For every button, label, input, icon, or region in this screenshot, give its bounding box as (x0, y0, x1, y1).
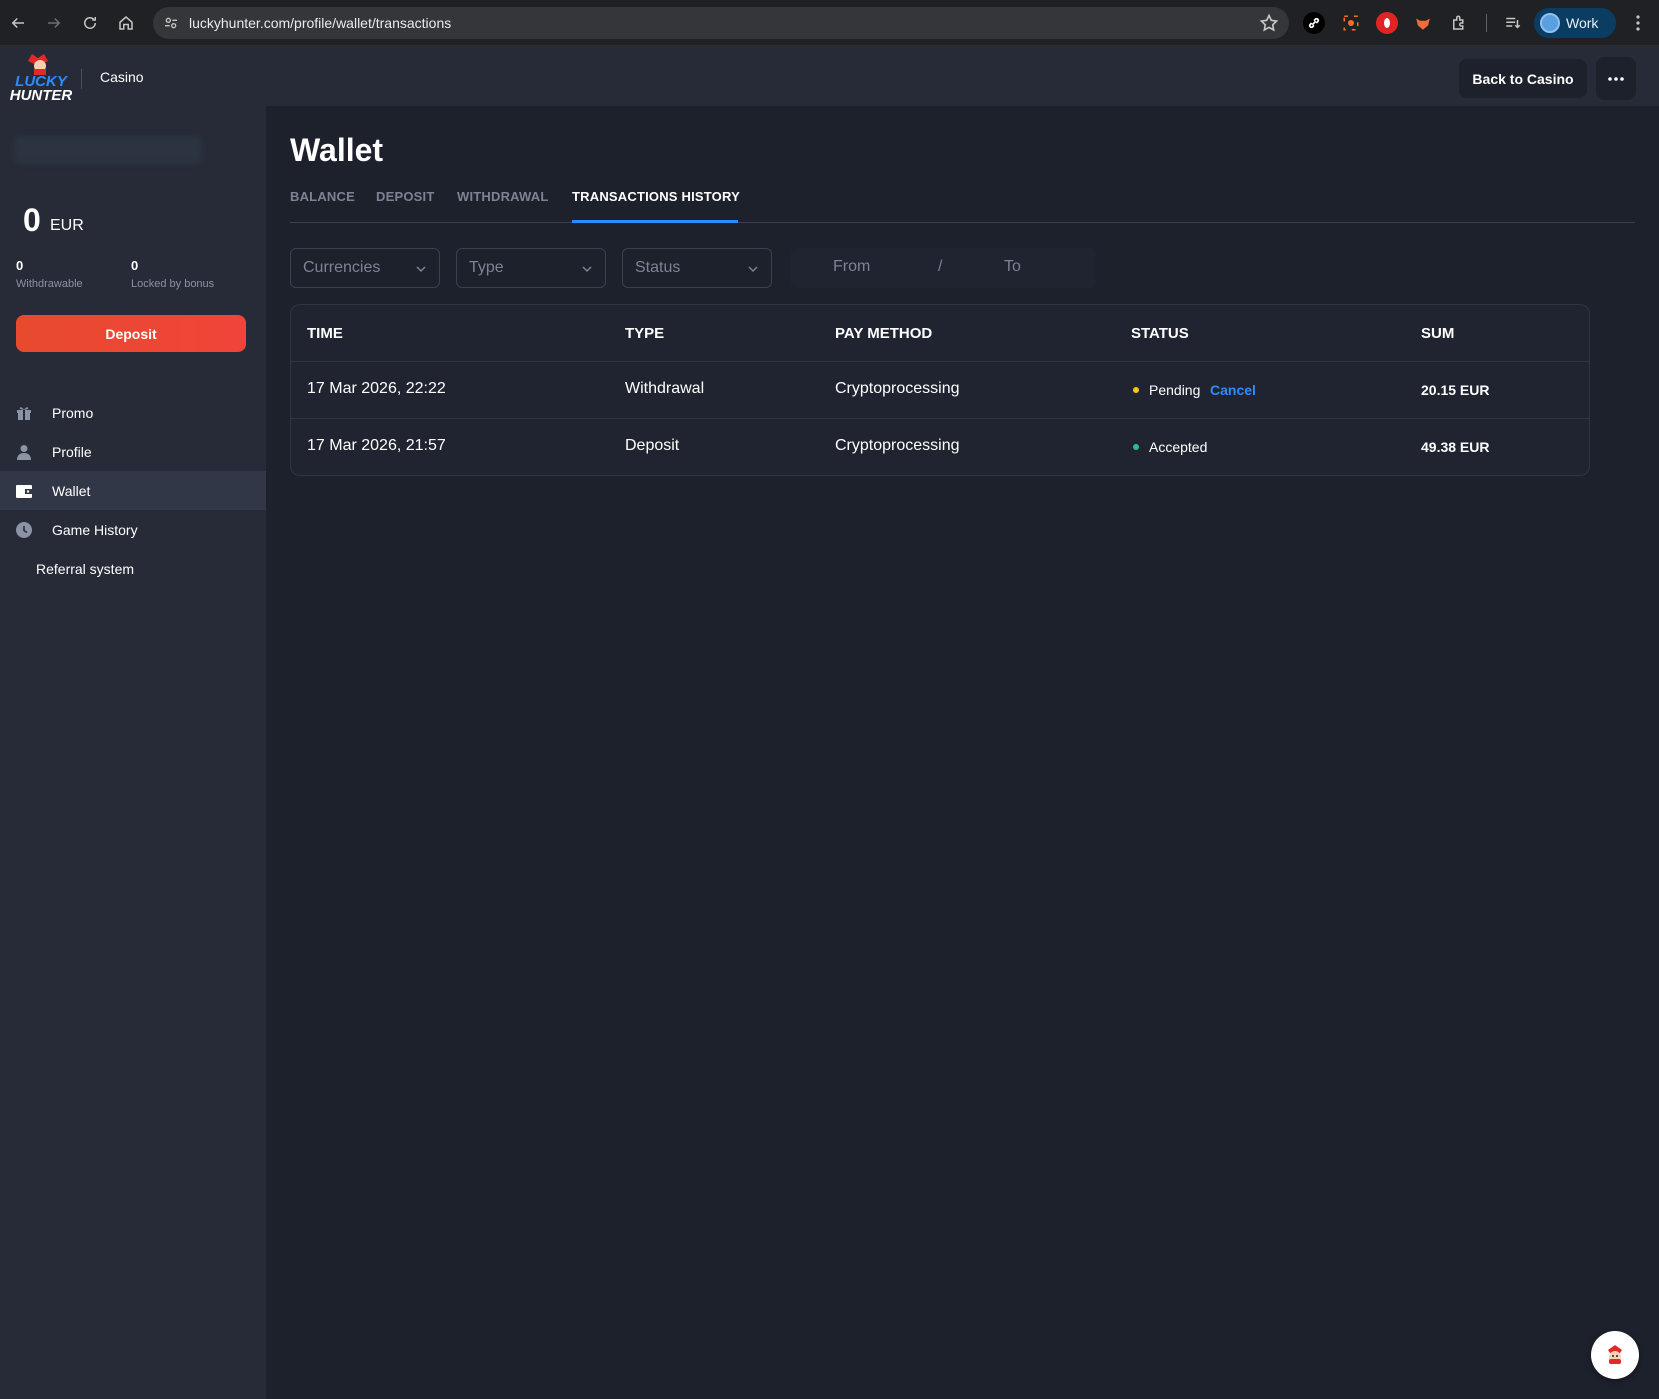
row-type: Deposit (625, 437, 680, 454)
page-title: Wallet (290, 132, 384, 168)
tab-balance[interactable]: BALANCE (290, 189, 355, 204)
balance-value: 0 (23, 202, 41, 238)
column-header-pay-method: PAY METHOD (835, 325, 933, 342)
row-pay-method: Cryptoprocessing (835, 437, 960, 454)
extension-link-icon[interactable] (1303, 12, 1325, 34)
currencies-select[interactable]: Currencies (290, 248, 440, 288)
sidebar-item-label: Promo (52, 404, 94, 421)
column-header-sum: SUM (1421, 325, 1455, 342)
tab-withdrawal[interactable]: WITHDRAWAL (457, 189, 549, 204)
locked-by-bonus-value: 0 (131, 258, 139, 273)
toolbar-divider (1486, 14, 1487, 32)
more-menu-button[interactable] (1596, 57, 1636, 100)
tab-deposit[interactable]: DEPOSIT (376, 189, 434, 204)
status-accepted-dot (1133, 444, 1139, 450)
bookmark-star-icon[interactable] (1259, 13, 1279, 33)
date-to-input[interactable]: To (1004, 258, 1021, 276)
back-arrow-icon[interactable] (6, 11, 30, 35)
row-divider (291, 418, 1589, 419)
kebab-menu-icon[interactable] (1628, 12, 1648, 34)
browser-toolbar: luckyhunter.com/profile/wallet/transacti… (0, 0, 1659, 46)
status-pending-dot (1133, 387, 1139, 393)
row-status: Pending (1149, 382, 1201, 398)
support-chat-button[interactable] (1591, 1331, 1639, 1379)
balance-currency: EUR (50, 217, 84, 234)
address-bar[interactable]: luckyhunter.com/profile/wallet/transacti… (153, 7, 1289, 39)
logo-bottom-text: HUNTER (10, 87, 72, 102)
column-header-status: STATUS (1131, 325, 1189, 342)
locked-by-bonus-label: Locked by bonus (131, 278, 215, 290)
gift-icon (16, 405, 32, 421)
profile-sidebar: 0 EUR 0 Withdrawable 0 Locked by bonus D… (0, 106, 266, 1399)
date-range-picker[interactable]: From / To (791, 248, 1095, 288)
extension-shield-icon[interactable] (1376, 12, 1398, 34)
forward-arrow-icon[interactable] (42, 11, 66, 35)
row-sum: 20.15 EUR (1421, 382, 1490, 398)
url-text: luckyhunter.com/profile/wallet/transacti… (189, 15, 452, 31)
status-select-label: Status (635, 259, 681, 276)
extension-fox-icon[interactable] (1412, 12, 1434, 34)
row-status: Accepted (1149, 439, 1208, 455)
column-header-type: TYPE (625, 325, 665, 342)
sidebar-item-wallet[interactable]: Wallet (0, 471, 266, 510)
wallet-icon (16, 483, 32, 499)
user-icon (16, 444, 32, 460)
row-time: 17 Mar 2026, 22:22 (307, 380, 446, 397)
extensions-puzzle-icon[interactable] (1448, 12, 1470, 34)
tab-transactions-history[interactable]: TRANSACTIONS HISTORY (572, 189, 740, 204)
status-select[interactable]: Status (622, 248, 772, 288)
row-pay-method: Cryptoprocessing (835, 380, 960, 397)
site-settings-icon[interactable] (159, 11, 183, 35)
sidebar-item-label: Referral system (36, 560, 135, 577)
header-divider (81, 69, 82, 89)
column-header-time: TIME (307, 325, 343, 342)
row-type: Withdrawal (625, 380, 705, 397)
browser-profile-button[interactable]: Work (1534, 8, 1616, 38)
header-casino-link[interactable]: Casino (100, 69, 144, 85)
sidebar-item-label: Profile (52, 443, 92, 460)
back-to-casino-button[interactable]: Back to Casino (1459, 59, 1587, 98)
reading-list-icon[interactable] (1502, 12, 1524, 34)
chevron-down-icon (748, 266, 758, 273)
withdrawable-label: Withdrawable (16, 278, 83, 290)
more-dots-icon (1608, 76, 1624, 81)
lucky-hunter-logo[interactable]: LUCKY HUNTER (10, 52, 72, 104)
currencies-select-label: Currencies (303, 259, 381, 276)
transactions-table: TIME TYPE PAY METHOD STATUS SUM 17 Mar 2… (290, 304, 1590, 476)
sidebar-item-promo[interactable]: Promo (0, 393, 266, 432)
sidebar-item-label: Game History (52, 521, 138, 538)
row-sum: 49.38 EUR (1421, 439, 1490, 455)
date-from-input[interactable]: From (833, 258, 870, 276)
sidebar-item-label: Wallet (52, 482, 91, 499)
reload-icon[interactable] (78, 11, 102, 35)
profile-avatar (1540, 13, 1560, 33)
sidebar-item-game-history[interactable]: Game History (0, 510, 266, 549)
chevron-down-icon (416, 266, 426, 273)
cancel-transaction-link[interactable]: Cancel (1210, 382, 1256, 398)
blurred-user-name (14, 136, 202, 164)
row-divider (291, 361, 1589, 362)
extension-capture-icon[interactable] (1340, 12, 1362, 34)
chevron-down-icon (582, 266, 592, 273)
withdrawable-value: 0 (16, 258, 24, 273)
row-time: 17 Mar 2026, 21:57 (307, 437, 446, 454)
mascot-icon (1608, 1345, 1622, 1364)
sidebar-item-referral-system[interactable]: Referral system (0, 549, 266, 588)
clock-icon (16, 521, 32, 538)
site-header (0, 46, 1659, 106)
date-separator: / (938, 258, 943, 275)
active-tab-indicator (572, 220, 738, 223)
type-select-label: Type (469, 259, 504, 276)
tabs-divider (290, 222, 1635, 223)
profile-label: Work (1566, 15, 1599, 31)
type-select[interactable]: Type (456, 248, 606, 288)
home-icon[interactable] (114, 11, 138, 35)
deposit-button[interactable]: Deposit (16, 315, 246, 352)
sidebar-item-profile[interactable]: Profile (0, 432, 266, 471)
